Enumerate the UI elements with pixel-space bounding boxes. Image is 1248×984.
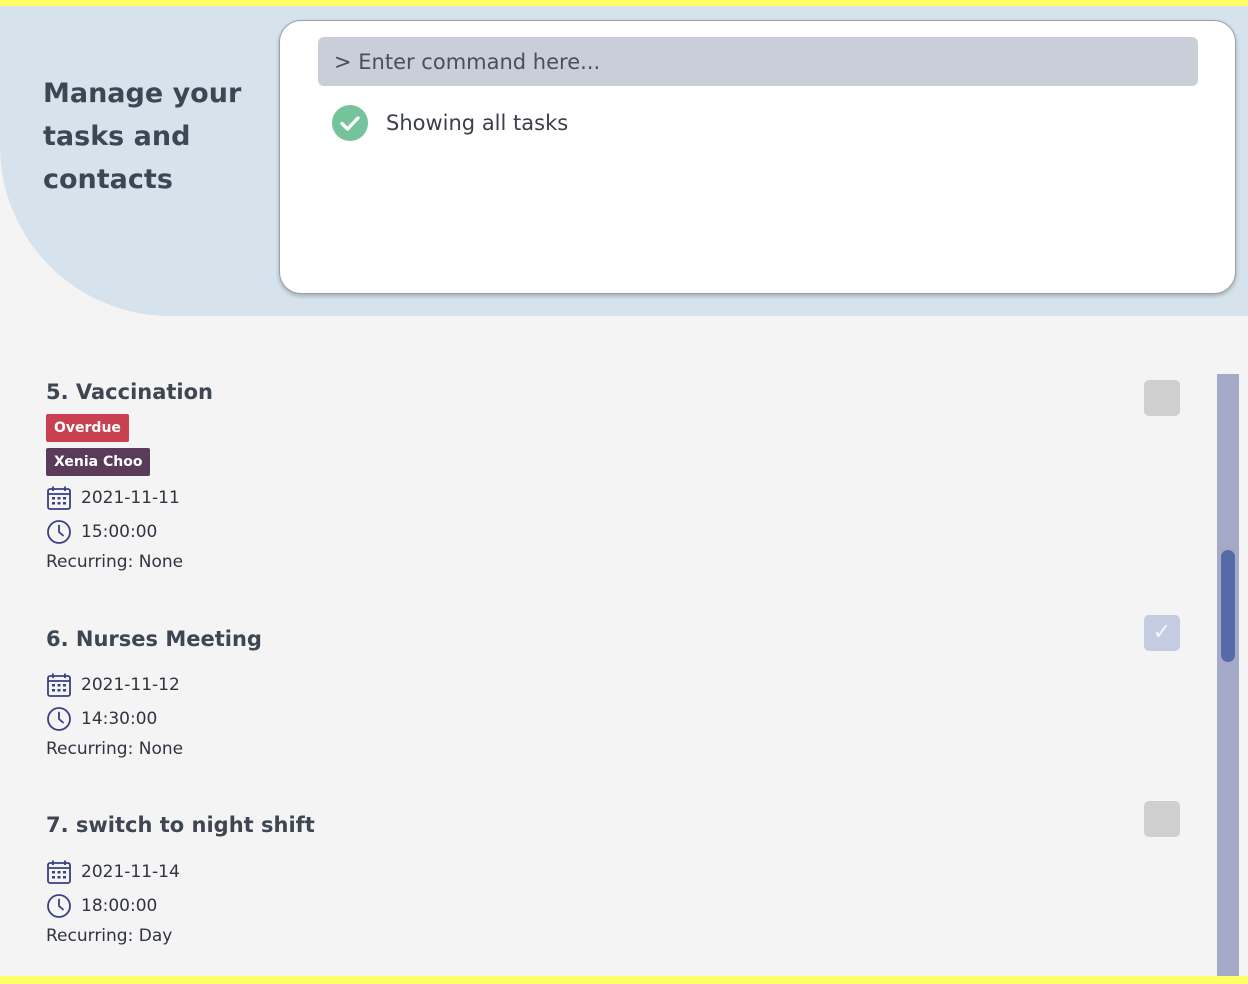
- task-done-checkbox[interactable]: [1144, 801, 1180, 837]
- clock-icon: [47, 894, 71, 918]
- result-display: Showing all tasks: [332, 105, 568, 141]
- task-date: 2021-11-14: [46, 859, 180, 885]
- task-recurring: Recurring: None: [46, 552, 184, 572]
- result-message: Showing all tasks: [386, 111, 569, 135]
- task-date: 2021-11-11: [46, 485, 180, 511]
- clock-icon: [47, 520, 71, 544]
- task-recurring: Recurring: Day: [46, 926, 173, 946]
- contact-tag: Xenia Choo: [46, 448, 151, 476]
- task-date-value: 2021-11-11: [81, 488, 180, 508]
- app-tagline: Manage your tasks and contacts: [43, 78, 242, 195]
- task-card: 7. switch to night shift 2021-11-14 18:0…: [46, 801, 1186, 953]
- command-input[interactable]: [318, 37, 1198, 86]
- app-window: Manage your tasks and contacts Showing a…: [0, 6, 1248, 976]
- command-panel: Showing all tasks: [279, 20, 1236, 294]
- calendar-icon: [47, 673, 71, 697]
- task-title: 5. Vaccination: [46, 380, 214, 404]
- task-recurring: Recurring: None: [46, 739, 184, 759]
- task-title: 6. Nurses Meeting: [46, 627, 262, 651]
- task-card: 6. Nurses Meeting 2021-11-12 14:30:00 Re…: [46, 615, 1186, 767]
- check-circle-icon: [332, 105, 368, 141]
- task-list: 5. Vaccination Overdue Xenia Choo 2021-1…: [0, 316, 1248, 976]
- task-time-value: 18:00:00: [81, 896, 158, 916]
- task-time-value: 15:00:00: [81, 522, 158, 542]
- clock-icon: [47, 707, 71, 731]
- task-title: 7. switch to night shift: [46, 813, 315, 837]
- check-mark-icon: ✓: [1152, 620, 1172, 645]
- calendar-icon: [47, 486, 71, 510]
- task-done-checkbox[interactable]: [1144, 380, 1180, 416]
- scrollbar-thumb[interactable]: [1221, 550, 1235, 662]
- task-list-scrollbar[interactable]: [1217, 374, 1239, 976]
- task-date-value: 2021-11-12: [81, 675, 180, 695]
- overdue-tag: Overdue: [46, 414, 129, 442]
- task-time: 18:00:00: [46, 893, 157, 919]
- task-time: 15:00:00: [46, 519, 157, 545]
- task-date: 2021-11-12: [46, 672, 180, 698]
- task-time-value: 14:30:00: [81, 709, 158, 729]
- calendar-icon: [47, 860, 71, 884]
- task-time: 14:30:00: [46, 706, 157, 732]
- task-card: 5. Vaccination Overdue Xenia Choo 2021-1…: [46, 380, 1186, 580]
- task-done-checkbox[interactable]: ✓: [1144, 615, 1180, 651]
- task-date-value: 2021-11-14: [81, 862, 180, 882]
